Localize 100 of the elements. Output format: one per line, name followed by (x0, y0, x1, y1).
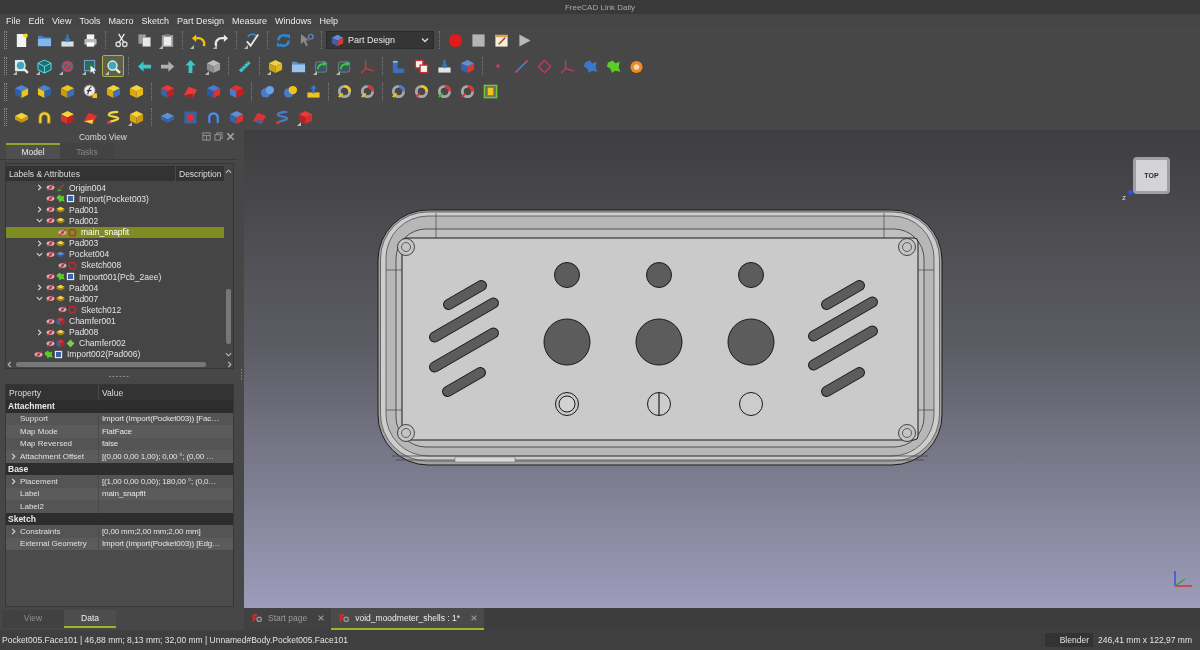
tree-item[interactable]: Import002(Pad006) (6, 348, 224, 360)
squiggle-icon (105, 109, 121, 125)
eye-slash-icon[interactable] (46, 205, 55, 215)
tree-item[interactable]: Pad001 (6, 204, 224, 216)
property-row[interactable]: Constraints [0,00 mm;2,00 mm;2,00 mm] (6, 525, 233, 538)
tree-item[interactable]: Sketch012 (6, 304, 224, 316)
chevron-right-icon[interactable] (36, 328, 43, 336)
menu-item[interactable]: File (2, 15, 25, 26)
close-icon[interactable] (470, 614, 479, 622)
splitter-handle[interactable] (239, 369, 243, 381)
eye-slash-icon[interactable] (46, 183, 55, 193)
menu-item[interactable]: Windows (271, 15, 316, 26)
property-name: Label2 (20, 501, 45, 511)
close-icon[interactable] (226, 132, 235, 141)
chevron-right-icon[interactable] (10, 527, 17, 535)
tree-item[interactable]: Pad008 (6, 326, 224, 338)
menu-item[interactable]: Sketch (137, 15, 173, 26)
eye-slash-icon[interactable] (46, 249, 55, 259)
eye-slash-icon[interactable] (46, 194, 55, 204)
chevron-down-icon[interactable] (36, 250, 43, 258)
eye-slash-icon[interactable] (58, 305, 67, 315)
tree-item[interactable]: Pad004 (6, 282, 224, 294)
column-header[interactable]: Labels & Attributes (6, 166, 176, 181)
eye-slash-icon[interactable] (46, 294, 55, 304)
property-name: Attachment Offset (20, 451, 84, 461)
eye-slash-icon[interactable] (46, 327, 55, 337)
squiggle-icon (274, 109, 290, 125)
eye-slash-icon[interactable] (34, 349, 43, 359)
menu-item[interactable]: Help (315, 15, 342, 26)
document-tab[interactable]: void_moodmeter_shells : 1* (331, 608, 485, 630)
close-icon[interactable] (317, 614, 326, 622)
magnifier-icon (13, 58, 29, 74)
chevron-right-icon[interactable] (36, 284, 43, 292)
property-row[interactable]: Placement [(1,00 0,00 0,00); 180,00 °; (0,0… (6, 475, 233, 488)
tab[interactable]: Model (6, 143, 60, 159)
ruler-icon (236, 58, 252, 74)
dock-icon[interactable] (202, 132, 211, 141)
axes-icon (559, 58, 575, 74)
eye-slash-icon[interactable] (46, 283, 55, 293)
toolbar-button[interactable] (102, 55, 124, 77)
chevron-right-icon[interactable] (36, 184, 43, 192)
scroll-right-icon[interactable] (226, 360, 233, 368)
round-hole (646, 262, 672, 288)
menu-item[interactable]: Macro (104, 15, 138, 26)
scroll-down-icon[interactable] (225, 351, 232, 358)
float-icon[interactable] (214, 132, 223, 141)
eye-slash-icon[interactable] (58, 260, 67, 270)
menu-item[interactable]: Edit (24, 15, 49, 26)
menu-item[interactable]: View (48, 15, 76, 26)
menu-item[interactable]: Measure (227, 15, 271, 26)
chevron-right-icon[interactable] (36, 206, 43, 214)
eye-slash-icon[interactable] (46, 216, 55, 226)
eye-slash-icon[interactable] (46, 316, 55, 326)
tree-item[interactable]: Pocket004 (6, 248, 224, 260)
tree-item[interactable]: Sketch008 (6, 259, 224, 271)
tree-item[interactable]: main_snapfit (6, 226, 224, 238)
tab[interactable]: Data (64, 610, 116, 628)
tree-item[interactable]: Origin004 (6, 182, 224, 194)
tree-item[interactable]: Chamfer002 (6, 337, 224, 349)
point-icon (496, 64, 500, 68)
eye-slash-icon[interactable] (46, 238, 55, 248)
chevron-right-icon[interactable] (10, 477, 17, 485)
workbench-dropdown[interactable]: Part Design (326, 31, 434, 49)
scrollbar-thumb[interactable] (226, 289, 231, 344)
axis-marker-icon (1128, 190, 1133, 195)
menu-item[interactable]: Part Design (172, 15, 228, 26)
property-row[interactable]: Label2 (6, 500, 233, 513)
tree-item[interactable]: Pad003 (6, 237, 224, 249)
cube-icon (159, 84, 175, 99)
magnifier-icon (105, 58, 121, 74)
notepad-icon (493, 32, 509, 48)
splitter-handle[interactable] (109, 375, 129, 378)
polygon-outline-icon (68, 305, 77, 315)
scroll-up-icon[interactable] (225, 168, 232, 175)
chevron-down-icon[interactable] (36, 217, 43, 225)
squares-icon (413, 58, 429, 74)
chevron-down-icon[interactable] (36, 295, 43, 303)
tree-item[interactable]: Pad007 (6, 293, 224, 305)
property-row[interactable]: Attachment Offset [(0,00 0,00 1,00); 0,00 °; (0,00 … (6, 450, 233, 463)
tree-item[interactable]: Import001(Pcb_2aee) (6, 271, 224, 283)
tree-item[interactable]: Chamfer001 (6, 315, 224, 327)
navigation-style-button[interactable]: Blender (1044, 633, 1093, 647)
column-header[interactable]: Value (99, 385, 233, 400)
property-group[interactable]: Attachment (6, 400, 233, 413)
tree-item[interactable]: Pad002 (6, 215, 224, 227)
eye-slash-icon[interactable] (46, 338, 55, 348)
column-header[interactable]: Description (176, 166, 224, 181)
menu-item[interactable]: Tools (75, 15, 105, 26)
property-row[interactable]: Map Mode FlatFace (6, 425, 233, 438)
eye-slash-icon[interactable] (58, 227, 67, 237)
tree-item[interactable]: Import(Pocket003) (6, 193, 224, 205)
window-title: FreeCAD Link Daily (564, 2, 636, 12)
eye-slash-icon[interactable] (46, 272, 55, 282)
column-header[interactable]: Property (6, 385, 99, 400)
scrollbar-thumb[interactable] (16, 361, 206, 367)
scroll-left-icon[interactable] (6, 360, 13, 368)
arrow-up-icon (182, 58, 198, 74)
chevron-right-icon[interactable] (36, 239, 43, 247)
document-tab[interactable]: Start page (244, 608, 332, 630)
chevron-right-icon[interactable] (10, 452, 17, 460)
